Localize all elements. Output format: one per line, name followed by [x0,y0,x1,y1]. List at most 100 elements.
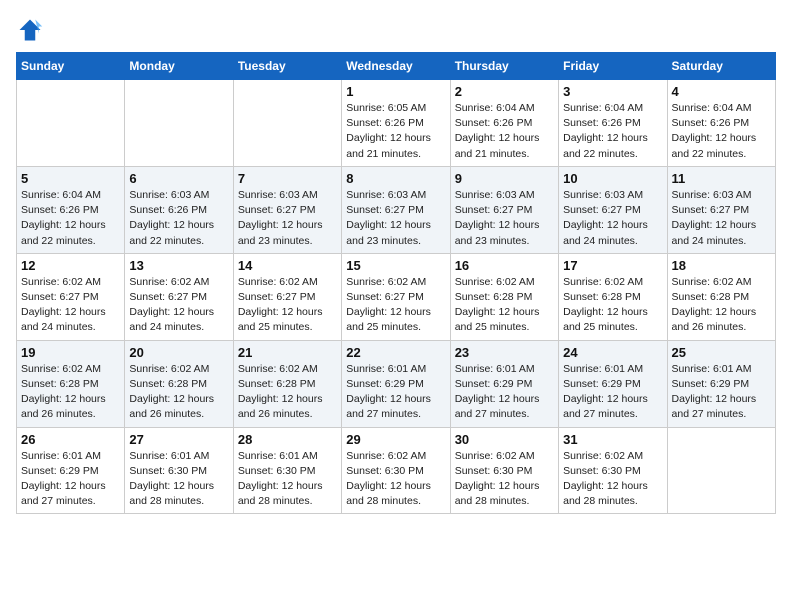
day-number: 6 [129,171,228,186]
logo-icon [16,16,44,44]
day-number: 20 [129,345,228,360]
day-info: Sunrise: 6:02 AMSunset: 6:27 PMDaylight:… [129,275,228,336]
day-number: 10 [563,171,662,186]
calendar-cell [233,80,341,167]
calendar-cell: 5 Sunrise: 6:04 AMSunset: 6:26 PMDaylight… [17,166,125,253]
calendar-cell: 23 Sunrise: 6:01 AMSunset: 6:29 PMDayligh… [450,340,558,427]
day-info: Sunrise: 6:03 AMSunset: 6:27 PMDaylight:… [346,188,445,249]
day-info: Sunrise: 6:02 AMSunset: 6:28 PMDaylight:… [238,362,337,423]
weekday-header-thursday: Thursday [450,53,558,80]
calendar-cell: 12Sunrise: 6:02 AMSunset: 6:27 PMDayligh… [17,253,125,340]
calendar-cell: 20Sunrise: 6:02 AMSunset: 6:28 PMDayligh… [125,340,233,427]
calendar-cell [17,80,125,167]
day-info: Sunrise: 6:01 AMSunset: 6:29 PMDaylight:… [346,362,445,423]
weekday-header-wednesday: Wednesday [342,53,450,80]
day-info: Sunrise: 6:04 AMSunset: 6:26 PMDaylight:… [563,101,662,162]
calendar-cell: 6Sunrise: 6:03 AMSunset: 6:26 PMDaylight… [125,166,233,253]
day-info: Sunrise: 6:03 AMSunset: 6:27 PMDaylight:… [672,188,771,249]
day-number: 26 [21,432,120,447]
calendar-week-row: 5 Sunrise: 6:04 AMSunset: 6:26 PMDaylight… [17,166,776,253]
day-number: 18 [672,258,771,273]
day-number: 1 [346,84,445,99]
calendar-week-row: 26 Sunrise: 6:01 AMSunset: 6:29 PMDayligh… [17,427,776,514]
calendar-cell: 8 Sunrise: 6:03 AMSunset: 6:27 PMDaylight… [342,166,450,253]
weekday-header-monday: Monday [125,53,233,80]
page-header [16,16,776,44]
day-number: 25 [672,345,771,360]
day-number: 5 [21,171,120,186]
weekday-header-saturday: Saturday [667,53,775,80]
calendar-cell: 2 Sunrise: 6:04 AMSunset: 6:26 PMDaylight… [450,80,558,167]
day-number: 7 [238,171,337,186]
day-number: 11 [672,171,771,186]
day-number: 23 [455,345,554,360]
day-info: Sunrise: 6:02 AMSunset: 6:28 PMDaylight:… [21,362,120,423]
day-number: 24 [563,345,662,360]
day-number: 12 [21,258,120,273]
day-info: Sunrise: 6:01 AMSunset: 6:29 PMDaylight:… [21,449,120,510]
day-info: Sunrise: 6:03 AMSunset: 6:27 PMDaylight:… [238,188,337,249]
calendar-week-row: 19 Sunrise: 6:02 AMSunset: 6:28 PMDayligh… [17,340,776,427]
calendar-cell: 25 Sunrise: 6:01 AMSunset: 6:29 PMDayligh… [667,340,775,427]
day-info: Sunrise: 6:01 AMSunset: 6:29 PMDaylight:… [672,362,771,423]
day-number: 13 [129,258,228,273]
day-number: 9 [455,171,554,186]
day-number: 21 [238,345,337,360]
calendar-cell: 28Sunrise: 6:01 AMSunset: 6:30 PMDayligh… [233,427,341,514]
day-number: 14 [238,258,337,273]
calendar-cell: 16 Sunrise: 6:02 AMSunset: 6:28 PMDayligh… [450,253,558,340]
calendar-cell: 13 Sunrise: 6:02 AMSunset: 6:27 PMDayligh… [125,253,233,340]
day-info: Sunrise: 6:05 AMSunset: 6:26 PMDaylight:… [346,101,445,162]
day-info: Sunrise: 6:01 AMSunset: 6:30 PMDaylight:… [129,449,228,510]
calendar-cell: 10 Sunrise: 6:03 AMSunset: 6:27 PMDayligh… [559,166,667,253]
calendar-cell: 7 Sunrise: 6:03 AMSunset: 6:27 PMDaylight… [233,166,341,253]
day-info: Sunrise: 6:02 AMSunset: 6:28 PMDaylight:… [672,275,771,336]
day-number: 15 [346,258,445,273]
weekday-header-sunday: Sunday [17,53,125,80]
calendar-cell: 22Sunrise: 6:01 AMSunset: 6:29 PMDayligh… [342,340,450,427]
weekday-header-row: SundayMondayTuesdayWednesdayThursdayFrid… [17,53,776,80]
day-info: Sunrise: 6:02 AMSunset: 6:27 PMDaylight:… [346,275,445,336]
calendar-cell [667,427,775,514]
day-info: Sunrise: 6:03 AMSunset: 6:27 PMDaylight:… [563,188,662,249]
calendar-table: SundayMondayTuesdayWednesdayThursdayFrid… [16,52,776,514]
day-info: Sunrise: 6:04 AMSunset: 6:26 PMDaylight:… [21,188,120,249]
calendar-cell: 19 Sunrise: 6:02 AMSunset: 6:28 PMDayligh… [17,340,125,427]
day-number: 16 [455,258,554,273]
day-number: 2 [455,84,554,99]
calendar-cell: 27Sunrise: 6:01 AMSunset: 6:30 PMDayligh… [125,427,233,514]
day-info: Sunrise: 6:02 AMSunset: 6:28 PMDaylight:… [455,275,554,336]
day-number: 17 [563,258,662,273]
calendar-cell: 21 Sunrise: 6:02 AMSunset: 6:28 PMDayligh… [233,340,341,427]
day-info: Sunrise: 6:02 AMSunset: 6:30 PMDaylight:… [346,449,445,510]
day-info: Sunrise: 6:03 AMSunset: 6:27 PMDaylight:… [455,188,554,249]
logo [16,16,48,44]
calendar-cell: 17 Sunrise: 6:02 AMSunset: 6:28 PMDayligh… [559,253,667,340]
calendar-cell: 9 Sunrise: 6:03 AMSunset: 6:27 PMDaylight… [450,166,558,253]
calendar-cell: 11 Sunrise: 6:03 AMSunset: 6:27 PMDayligh… [667,166,775,253]
day-info: Sunrise: 6:02 AMSunset: 6:30 PMDaylight:… [563,449,662,510]
day-number: 8 [346,171,445,186]
weekday-header-tuesday: Tuesday [233,53,341,80]
day-info: Sunrise: 6:02 AMSunset: 6:27 PMDaylight:… [238,275,337,336]
calendar-cell: 29Sunrise: 6:02 AMSunset: 6:30 PMDayligh… [342,427,450,514]
day-number: 4 [672,84,771,99]
calendar-cell: 30 Sunrise: 6:02 AMSunset: 6:30 PMDayligh… [450,427,558,514]
calendar-cell: 26 Sunrise: 6:01 AMSunset: 6:29 PMDayligh… [17,427,125,514]
day-info: Sunrise: 6:01 AMSunset: 6:30 PMDaylight:… [238,449,337,510]
day-info: Sunrise: 6:01 AMSunset: 6:29 PMDaylight:… [563,362,662,423]
calendar-cell: 14 Sunrise: 6:02 AMSunset: 6:27 PMDayligh… [233,253,341,340]
calendar-week-row: 12 Sunrise: 6:02 AMSunset: 6:27 PMDayligh… [17,253,776,340]
day-info: Sunrise: 6:04 AMSunset: 6:26 PMDaylight:… [672,101,771,162]
day-info: Sunrise: 6:04 AMSunset: 6:26 PMDaylight:… [455,101,554,162]
weekday-header-friday: Friday [559,53,667,80]
day-info: Sunrise: 6:01 AMSunset: 6:29 PMDaylight:… [455,362,554,423]
day-info: Sunrise: 6:02 AMSunset: 6:30 PMDaylight:… [455,449,554,510]
day-number: 30 [455,432,554,447]
calendar-cell: 31Sunrise: 6:02 AMSunset: 6:30 PMDayligh… [559,427,667,514]
day-number: 19 [21,345,120,360]
day-number: 3 [563,84,662,99]
calendar-cell: 18 Sunrise: 6:02 AMSunset: 6:28 PMDayligh… [667,253,775,340]
day-info: Sunrise: 6:02 AMSunset: 6:28 PMDaylight:… [563,275,662,336]
calendar-cell: 24 Sunrise: 6:01 AMSunset: 6:29 PMDayligh… [559,340,667,427]
